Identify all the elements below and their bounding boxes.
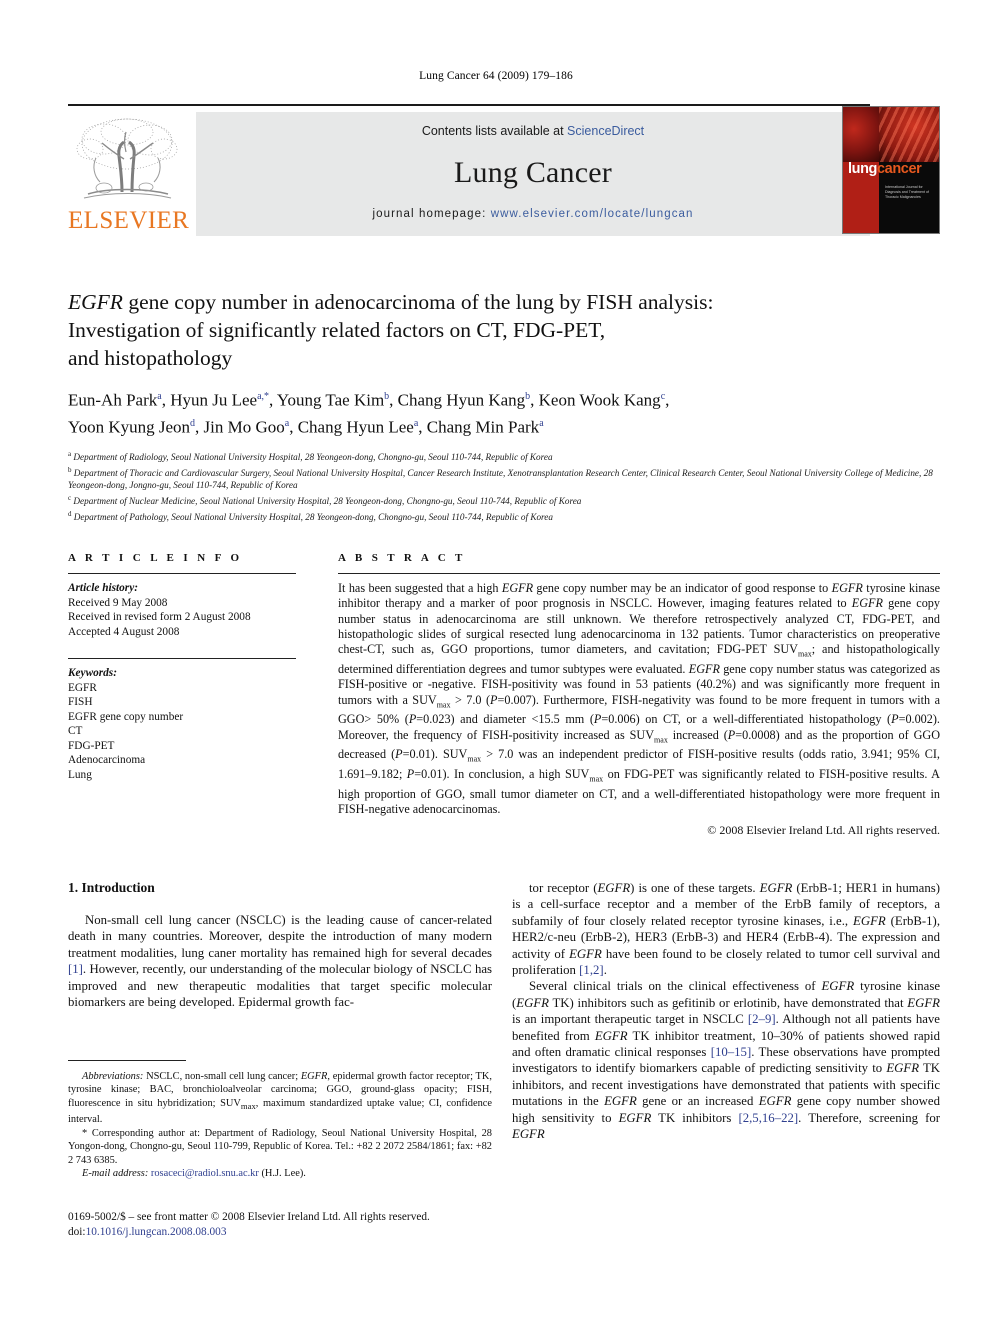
keyword-item: EGFR gene copy number bbox=[68, 710, 184, 723]
doi-link[interactable]: 10.1016/j.lungcan.2008.08.003 bbox=[86, 1226, 227, 1238]
keyword-item: Lung bbox=[68, 768, 92, 781]
article-history-label: Article history: bbox=[68, 582, 138, 594]
author-line-2: Yoon Kyung Jeond, Jin Mo Gooa, Chang Hyu… bbox=[68, 417, 544, 437]
cover-subtitle: International Journal for Diagnosis and … bbox=[885, 185, 929, 200]
history-accepted: Accepted 4 August 2008 bbox=[68, 625, 180, 638]
journal-cover-thumbnail: lungcancer International Journal for Dia… bbox=[842, 106, 940, 234]
history-received: Received 9 May 2008 bbox=[68, 596, 168, 609]
footnote-abbreviations: Abbreviations: NSCLC, non-small cell lun… bbox=[68, 1071, 492, 1126]
contents-prefix: Contents lists available at bbox=[421, 124, 568, 138]
email-label: E-mail address: bbox=[82, 1167, 149, 1179]
keywords-block: Keywords: EGFR FISH EGFR gene copy numbe… bbox=[68, 658, 296, 782]
sciencedirect-link[interactable]: ScienceDirect bbox=[567, 124, 644, 138]
keyword-item: CT bbox=[68, 725, 83, 737]
abstract-heading: A B S T R A C T bbox=[338, 552, 466, 564]
cover-wordmark-cancer: cancer bbox=[877, 161, 922, 178]
author-list: Eun-Ah Parka, Hyun Ju Leea,*, Young Tae … bbox=[68, 385, 940, 439]
journal-article-page: Lung Cancer 64 (2009) 179–186 ELSEVIER C… bbox=[0, 0, 992, 1323]
article-info-heading: A R T I C L E I N F O bbox=[68, 552, 243, 564]
keywords-label: Keywords: bbox=[68, 667, 117, 679]
journal-title: Lung Cancer bbox=[454, 156, 612, 189]
article-info-rule bbox=[68, 573, 296, 574]
keyword-item: Adenocarcinoma bbox=[68, 754, 146, 766]
footnote-block: Abbreviations: NSCLC, non-small cell lun… bbox=[68, 1060, 492, 1180]
elsevier-logo: ELSEVIER bbox=[68, 112, 190, 236]
body-column-right: tor receptor (EGFR) is one of these targ… bbox=[512, 880, 940, 1143]
cover-wordmark: lungcancer bbox=[848, 161, 922, 178]
imprint-doi-line: doi:10.1016/j.lungcan.2008.08.003 bbox=[68, 1225, 492, 1240]
email-link[interactable]: rosaceci@radiol.snu.ac.kr bbox=[151, 1168, 259, 1179]
author-line-1: Eun-Ah Parka, Hyun Ju Leea,*, Young Tae … bbox=[68, 390, 670, 410]
footnote-corresponding-author: * Corresponding author at: Department of… bbox=[68, 1127, 492, 1166]
introduction-paragraph-1: Non-small cell lung cancer (NSCLC) is th… bbox=[68, 913, 492, 1010]
keyword-item: EGFR bbox=[68, 681, 97, 694]
abstract-rule bbox=[338, 573, 940, 574]
journal-band: Contents lists available at ScienceDirec… bbox=[196, 112, 870, 236]
cover-quadrant-top-right bbox=[879, 107, 939, 163]
abstract-column: A B S T R A C T It has been suggested th… bbox=[338, 552, 940, 838]
article-info-column: A R T I C L E I N F O Article history: R… bbox=[68, 552, 296, 782]
elsevier-tree-icon bbox=[76, 118, 178, 199]
introduction-paragraph-2: tor receptor (EGFR) is one of these targ… bbox=[512, 881, 941, 978]
keywords-rule bbox=[68, 658, 296, 659]
introduction-heading: 1. Introduction bbox=[68, 880, 155, 895]
cover-wordmark-lung: lung bbox=[848, 161, 878, 178]
history-revised: Received in revised form 2 August 2008 bbox=[68, 611, 251, 623]
abstract-copyright: © 2008 Elsevier Ireland Ltd. All rights … bbox=[707, 823, 940, 838]
introduction-paragraph-3: Several clinical trials on the clinical … bbox=[512, 979, 940, 1142]
affiliation-b: b Department of Thoracic and Cardiovascu… bbox=[68, 465, 933, 491]
article-history-block: Article history: Received 9 May 2008 Rec… bbox=[68, 581, 296, 639]
affiliation-list: a Department of Radiology, Seoul Nationa… bbox=[68, 448, 940, 523]
title-line1-rest: gene copy number in adenocarcinoma of th… bbox=[122, 290, 714, 314]
affiliation-c: c Department of Nuclear Medicine, Seoul … bbox=[68, 493, 582, 506]
affiliation-d: d Department of Pathology, Seoul Nationa… bbox=[68, 509, 553, 522]
page-title: EGFR gene copy number in adenocarcinoma … bbox=[68, 288, 940, 372]
imprint-block: 0169-5002/$ – see front matter © 2008 El… bbox=[68, 1210, 492, 1239]
title-italic-gene: EGFR bbox=[68, 290, 123, 314]
running-head: Lung Cancer 64 (2009) 179–186 bbox=[419, 70, 573, 82]
journal-masthead: ELSEVIER Contents lists available at Sci… bbox=[68, 104, 938, 238]
homepage-url-link[interactable]: www.elsevier.com/locate/lungcan bbox=[491, 208, 694, 220]
imprint-front-matter: 0169-5002/$ – see front matter © 2008 El… bbox=[68, 1211, 430, 1223]
title-line2: Investigation of significantly related f… bbox=[68, 318, 606, 342]
keyword-item: FDG-PET bbox=[68, 739, 115, 752]
footnote-divider bbox=[68, 1060, 186, 1061]
journal-homepage-line: journal homepage: www.elsevier.com/locat… bbox=[196, 208, 870, 220]
email-suffix: (H.J. Lee). bbox=[258, 1167, 306, 1179]
cover-quadrant-top-left bbox=[843, 107, 880, 163]
keyword-item: FISH bbox=[68, 696, 93, 708]
title-block: EGFR gene copy number in adenocarcinoma … bbox=[68, 288, 940, 372]
abstract-text: It has been suggested that a high EGFR g… bbox=[338, 581, 941, 817]
footnote-email: E-mail address: rosaceci@radiol.snu.ac.k… bbox=[68, 1167, 492, 1180]
contents-list-line: Contents lists available at ScienceDirec… bbox=[196, 124, 870, 138]
masthead-divider bbox=[68, 104, 870, 106]
affiliation-a: a Department of Radiology, Seoul Nationa… bbox=[68, 450, 553, 463]
title-line3: and histopathology bbox=[68, 346, 233, 370]
elsevier-wordmark: ELSEVIER bbox=[68, 207, 190, 234]
body-column-left: 1. Introduction Non-small cell lung canc… bbox=[68, 880, 492, 1010]
doi-label: doi: bbox=[68, 1225, 86, 1238]
homepage-label: journal homepage: bbox=[372, 208, 487, 220]
